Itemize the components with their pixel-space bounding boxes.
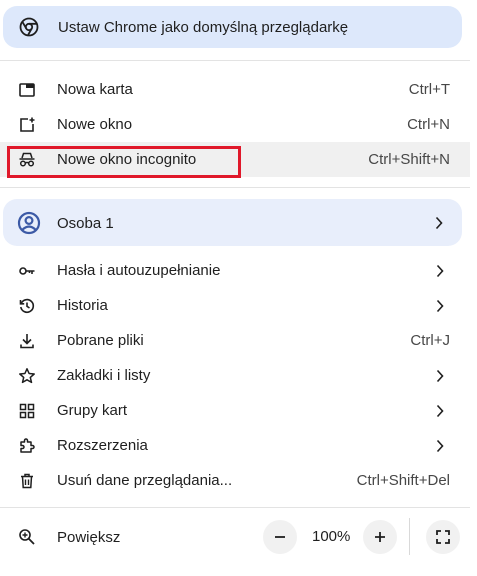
chevron-right-icon [436,299,444,313]
fullscreen-icon [436,530,450,544]
chevron-right-icon [436,404,444,418]
menu-divider [0,507,470,508]
menu-divider [0,60,470,61]
tab-groups-item[interactable]: Grupy kart [0,393,470,428]
key-icon [19,267,35,275]
passwords-autofill-label: Hasła i autouzupełnianie [57,262,221,279]
new-window-item[interactable]: Nowe okno Ctrl+N [0,107,470,142]
fullscreen-button[interactable] [426,520,460,554]
new-tab-shortcut: Ctrl+T [408,81,450,98]
zoom-label: Powiększ [57,529,121,546]
new-window-shortcut: Ctrl+N [407,116,450,133]
extensions-item[interactable]: Rozszerzenia [0,428,470,463]
download-icon [20,334,34,349]
red-highlight-box [7,146,241,178]
tab-groups-label: Grupy kart [57,402,128,419]
tab-groups-icon [19,403,35,419]
downloads-label: Pobrane pliki [57,332,144,349]
clear-browsing-data-item[interactable]: Usuń dane przeglądania... Ctrl+Shift+Del [0,463,470,498]
plus-icon [375,532,385,542]
history-icon [19,298,35,313]
chevron-right-icon [436,369,444,383]
new-tab-item[interactable]: Nowa karta Ctrl+T [0,72,470,107]
star-icon [19,368,35,384]
trash-icon [21,473,33,489]
zoom-in-button[interactable] [363,520,397,554]
new-window-icon [20,117,35,132]
zoom-row: Powiększ 100% [0,515,477,560]
clear-browsing-data-label: Usuń dane przeglądania... [57,472,233,489]
chevron-right-icon [436,439,444,453]
zoom-out-button[interactable] [263,520,297,554]
zoom-icon [19,529,35,545]
passwords-autofill-item[interactable]: Hasła i autouzupełnianie [0,253,470,288]
new-window-label: Nowe okno [57,116,133,133]
chevron-right-icon [435,216,443,230]
profile-label: Osoba 1 [57,215,114,232]
bookmarks-lists-label: Zakładki i listy [57,367,151,384]
chrome-main-menu: Ustaw Chrome jako domyślną przeglądarkę … [0,0,477,576]
zoom-value: 100% [312,528,351,545]
new-tab-label: Nowa karta [57,81,133,98]
new-incognito-window-shortcut: Ctrl+Shift+N [368,151,450,168]
clear-browsing-data-shortcut: Ctrl+Shift+Del [356,472,450,489]
set-default-browser-label: Ustaw Chrome jako domyślną przeglądarkę [58,19,349,36]
set-default-browser-button[interactable]: Ustaw Chrome jako domyślną przeglądarkę [3,6,462,48]
account-icon [17,211,41,235]
downloads-shortcut: Ctrl+J [410,332,450,349]
extensions-label: Rozszerzenia [57,437,148,454]
bookmarks-lists-item[interactable]: Zakładki i listy [0,358,470,393]
history-label: Historia [57,297,108,314]
profile-item[interactable]: Osoba 1 [3,199,462,246]
new-tab-icon [19,83,35,97]
downloads-item[interactable]: Pobrane pliki Ctrl+J [0,323,470,358]
extension-icon [20,438,35,453]
menu-divider [0,187,470,188]
chevron-right-icon [436,264,444,278]
zoom-separator [409,518,410,555]
chrome-icon [19,17,39,37]
minus-icon [275,536,285,538]
history-item[interactable]: Historia [0,288,470,323]
